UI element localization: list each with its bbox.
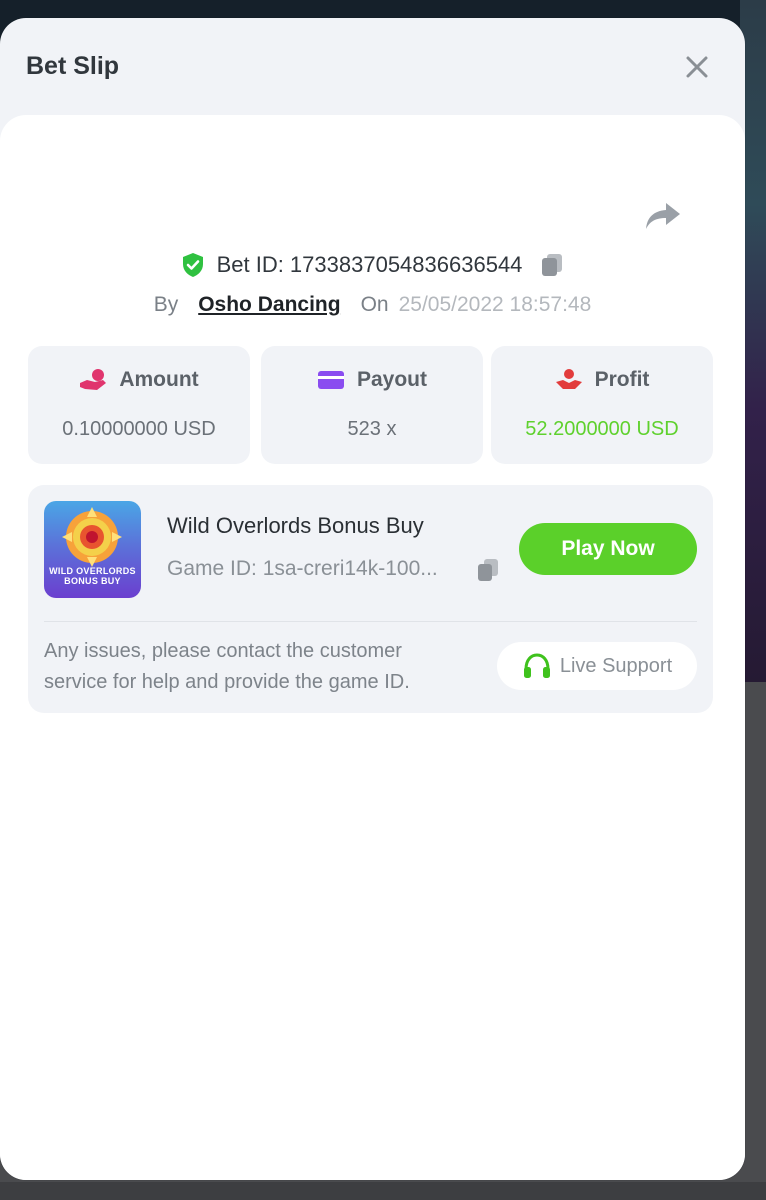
background-edge <box>0 1182 766 1200</box>
profit-label: Profit <box>594 368 650 391</box>
live-support-label: Live Support <box>559 654 673 677</box>
payout-label: Payout <box>356 368 427 391</box>
live-support-button[interactable]: Live Support <box>497 642 697 690</box>
bet-date: 25/05/2022 18:57:48 <box>398 293 592 316</box>
amount-card: Amount 0.10000000 USD <box>28 346 250 464</box>
by-label: By <box>153 293 179 316</box>
game-name: Wild Overlords Bonus Buy <box>167 513 424 538</box>
close-icon <box>686 56 708 78</box>
thumbnail-title: WILD OVERLORDS BONUS BUY <box>49 566 136 586</box>
payout-value: 523 x <box>347 418 397 440</box>
payout-card: Payout 523 x <box>261 346 483 464</box>
game-card: WILD OVERLORDS BONUS BUY Wild Overlords … <box>28 485 713 713</box>
game-thumbnail[interactable]: WILD OVERLORDS BONUS BUY <box>44 501 141 598</box>
divider <box>44 621 697 622</box>
bet-id: Bet ID: 1733837054836636544 <box>216 252 523 277</box>
headset-icon <box>523 653 550 678</box>
game-id: Game ID: 1sa-creri14k-100... <box>167 557 438 580</box>
copy-icon[interactable] <box>477 558 499 582</box>
share-button[interactable] <box>644 199 682 233</box>
on-label: On <box>360 293 389 316</box>
bet-id-row: Bet ID: 1733837054836636544 <box>0 248 745 282</box>
copy-icon[interactable] <box>540 252 564 278</box>
play-now-button[interactable]: Play Now <box>519 523 697 575</box>
verified-shield-icon <box>182 253 203 277</box>
share-icon <box>646 203 680 229</box>
profit-value: 52.2000000 USD <box>525 418 679 440</box>
profit-card: Profit 52.2000000 USD <box>491 346 713 464</box>
bet-meta-row: By Osho Dancing On 25/05/2022 18:57:48 <box>0 289 745 321</box>
amount-label: Amount <box>119 368 199 391</box>
help-text: Any issues, please contact the customer … <box>44 640 410 693</box>
coins-hand-icon <box>80 369 107 390</box>
user-link[interactable]: Osho Dancing <box>198 293 340 317</box>
close-button[interactable] <box>680 50 714 84</box>
modal-header: Bet Slip <box>0 18 745 114</box>
modal-title: Bet Slip <box>26 52 120 80</box>
card-icon <box>317 371 344 389</box>
amount-value: 0.10000000 USD <box>62 418 216 440</box>
profit-hand-icon <box>555 369 582 389</box>
flower-emblem-icon <box>62 507 122 567</box>
